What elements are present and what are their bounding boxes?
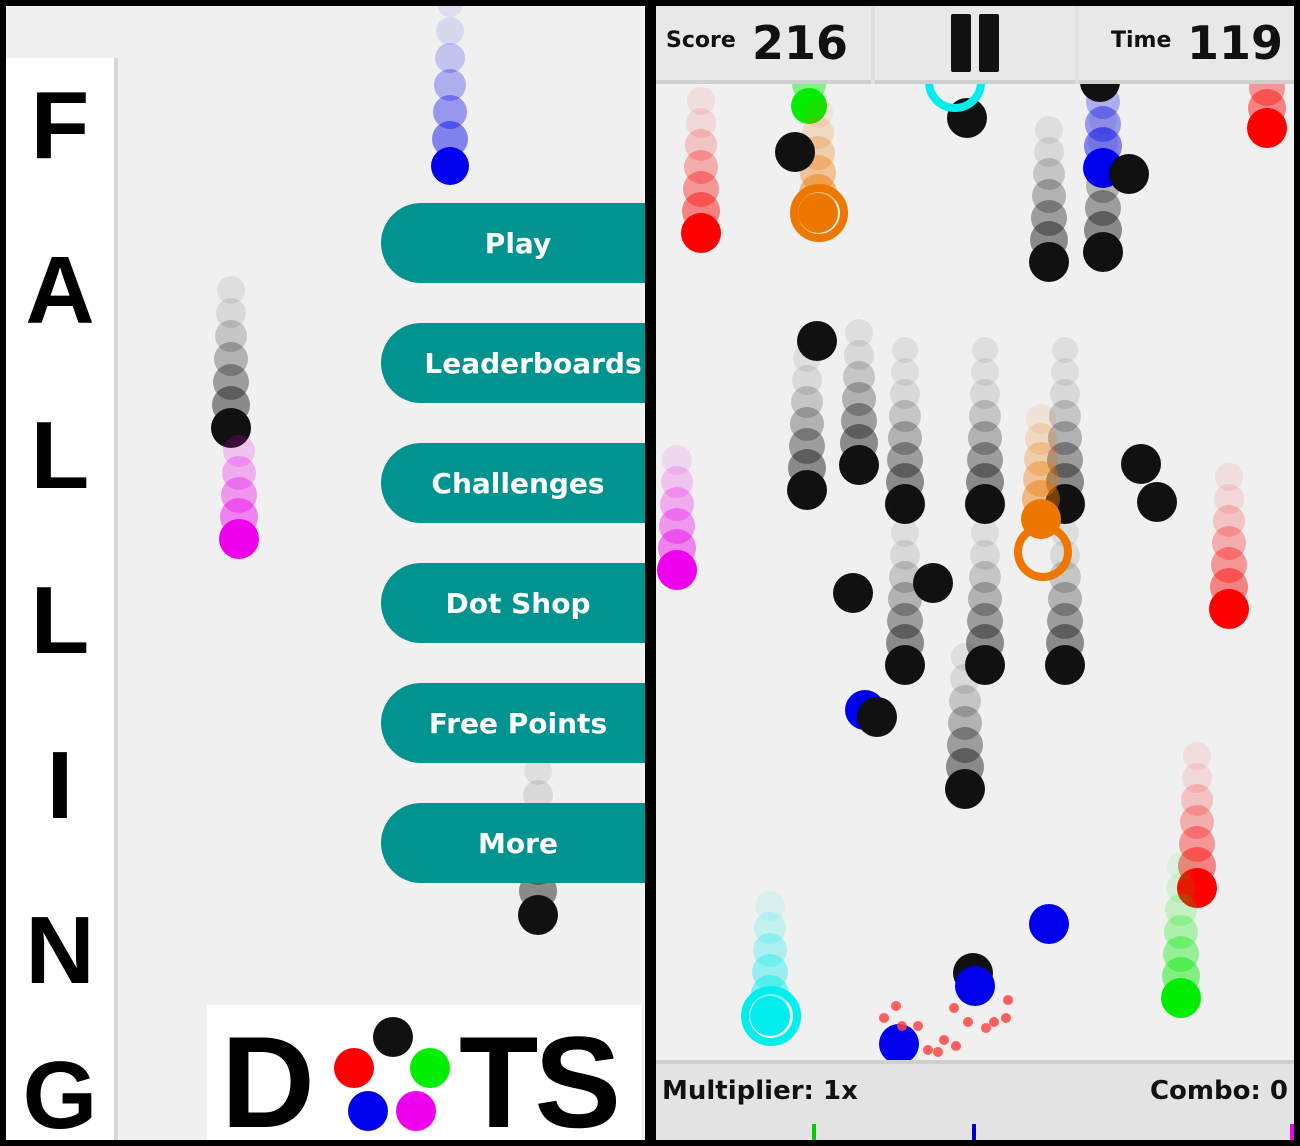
title-letter: G (22, 1042, 98, 1141)
splash-particle (989, 1017, 999, 1027)
falling-dot (436, 17, 464, 45)
title-letter: N (25, 897, 95, 1004)
title-letter: A (25, 237, 95, 344)
splash-particle (951, 1041, 961, 1051)
falling-dot (219, 519, 259, 559)
more-button[interactable]: More (381, 803, 645, 883)
falling-dot (431, 147, 469, 185)
title-letter: L (30, 567, 90, 674)
falling-dot (1209, 589, 1249, 629)
score-value: 216 (752, 16, 849, 70)
game-title: F A L L I N G (6, 58, 118, 1140)
falling-dot (945, 769, 985, 809)
dot[interactable] (1109, 154, 1149, 194)
status-bar: Multiplier: 1x Combo: 0 (656, 1060, 1294, 1140)
score-panel: Score 216 (656, 6, 871, 84)
logo-letters-ts: TS (459, 1009, 621, 1140)
play-button[interactable]: Play (381, 203, 645, 283)
progress-tick-blue (972, 1124, 976, 1140)
logo-dot-magenta (396, 1091, 436, 1131)
falling-dot (965, 484, 1005, 524)
dot[interactable] (1121, 444, 1161, 484)
dot[interactable] (955, 966, 995, 1006)
dot[interactable] (857, 697, 897, 737)
splash-particle (933, 1047, 943, 1057)
progress-tick-magenta (1290, 1124, 1294, 1140)
target-ring[interactable] (741, 986, 801, 1046)
title-letter: I (46, 732, 74, 839)
progress-tick-green (812, 1124, 816, 1140)
hud: Score 216 Time 119 (656, 6, 1294, 84)
dot[interactable] (1137, 482, 1177, 522)
falling-dot (1161, 978, 1201, 1018)
falling-dot (518, 895, 558, 935)
falling-dot (657, 550, 697, 590)
splash-particle (891, 1001, 901, 1011)
splash-particle (949, 1003, 959, 1013)
dot-shop-button[interactable]: Dot Shop (381, 563, 645, 643)
falling-dot (839, 445, 879, 485)
time-panel: Time 119 (1079, 6, 1294, 84)
falling-dot (1247, 108, 1287, 148)
time-value: 119 (1187, 16, 1284, 70)
combo-label: Combo: 0 (1149, 1076, 1288, 1106)
logo-dot-black (373, 1017, 413, 1057)
leaderboards-button[interactable]: Leaderboards (381, 323, 645, 403)
splash-particle (1001, 1013, 1011, 1023)
dot[interactable] (1029, 904, 1069, 944)
logo-letter-d: D (221, 1009, 315, 1140)
falling-dot (1045, 645, 1085, 685)
challenges-button[interactable]: Challenges (381, 443, 645, 523)
splash-particle (913, 1021, 923, 1031)
dot[interactable] (833, 573, 873, 613)
logo: D TS (207, 1005, 641, 1140)
title-letter: L (30, 402, 90, 509)
free-points-button[interactable]: Free Points (381, 683, 645, 763)
game-screen: Score 216 Time 119 Multiplier: 1x Combo:… (656, 6, 1294, 1140)
falling-dot (787, 470, 827, 510)
splash-particle (963, 1017, 973, 1027)
splash-particle (897, 1021, 907, 1031)
falling-dot (1083, 232, 1123, 272)
logo-dot-red (334, 1048, 374, 1088)
dot[interactable] (797, 321, 837, 361)
logo-dot-green (410, 1048, 450, 1088)
dot[interactable] (913, 563, 953, 603)
target-ring[interactable] (1014, 523, 1072, 581)
pause-button[interactable] (875, 6, 1075, 84)
title-letter: F (30, 72, 90, 179)
time-label: Time (1111, 28, 1172, 53)
splash-particle (1003, 995, 1013, 1005)
score-label: Score (666, 28, 736, 53)
splash-particle (923, 1045, 933, 1055)
menu-screen: F A L L I N G Play Leaderboards Challeng… (6, 6, 645, 1140)
falling-dot (885, 645, 925, 685)
falling-dot (681, 213, 721, 253)
target-ring[interactable] (790, 184, 848, 242)
dot[interactable] (775, 132, 815, 172)
splash-particle (939, 1035, 949, 1045)
multiplier-label: Multiplier: 1x (662, 1076, 858, 1106)
falling-dot (1029, 242, 1069, 282)
falling-dot (437, 6, 463, 17)
splash-particle (879, 1013, 889, 1023)
logo-dot-blue (348, 1091, 388, 1131)
